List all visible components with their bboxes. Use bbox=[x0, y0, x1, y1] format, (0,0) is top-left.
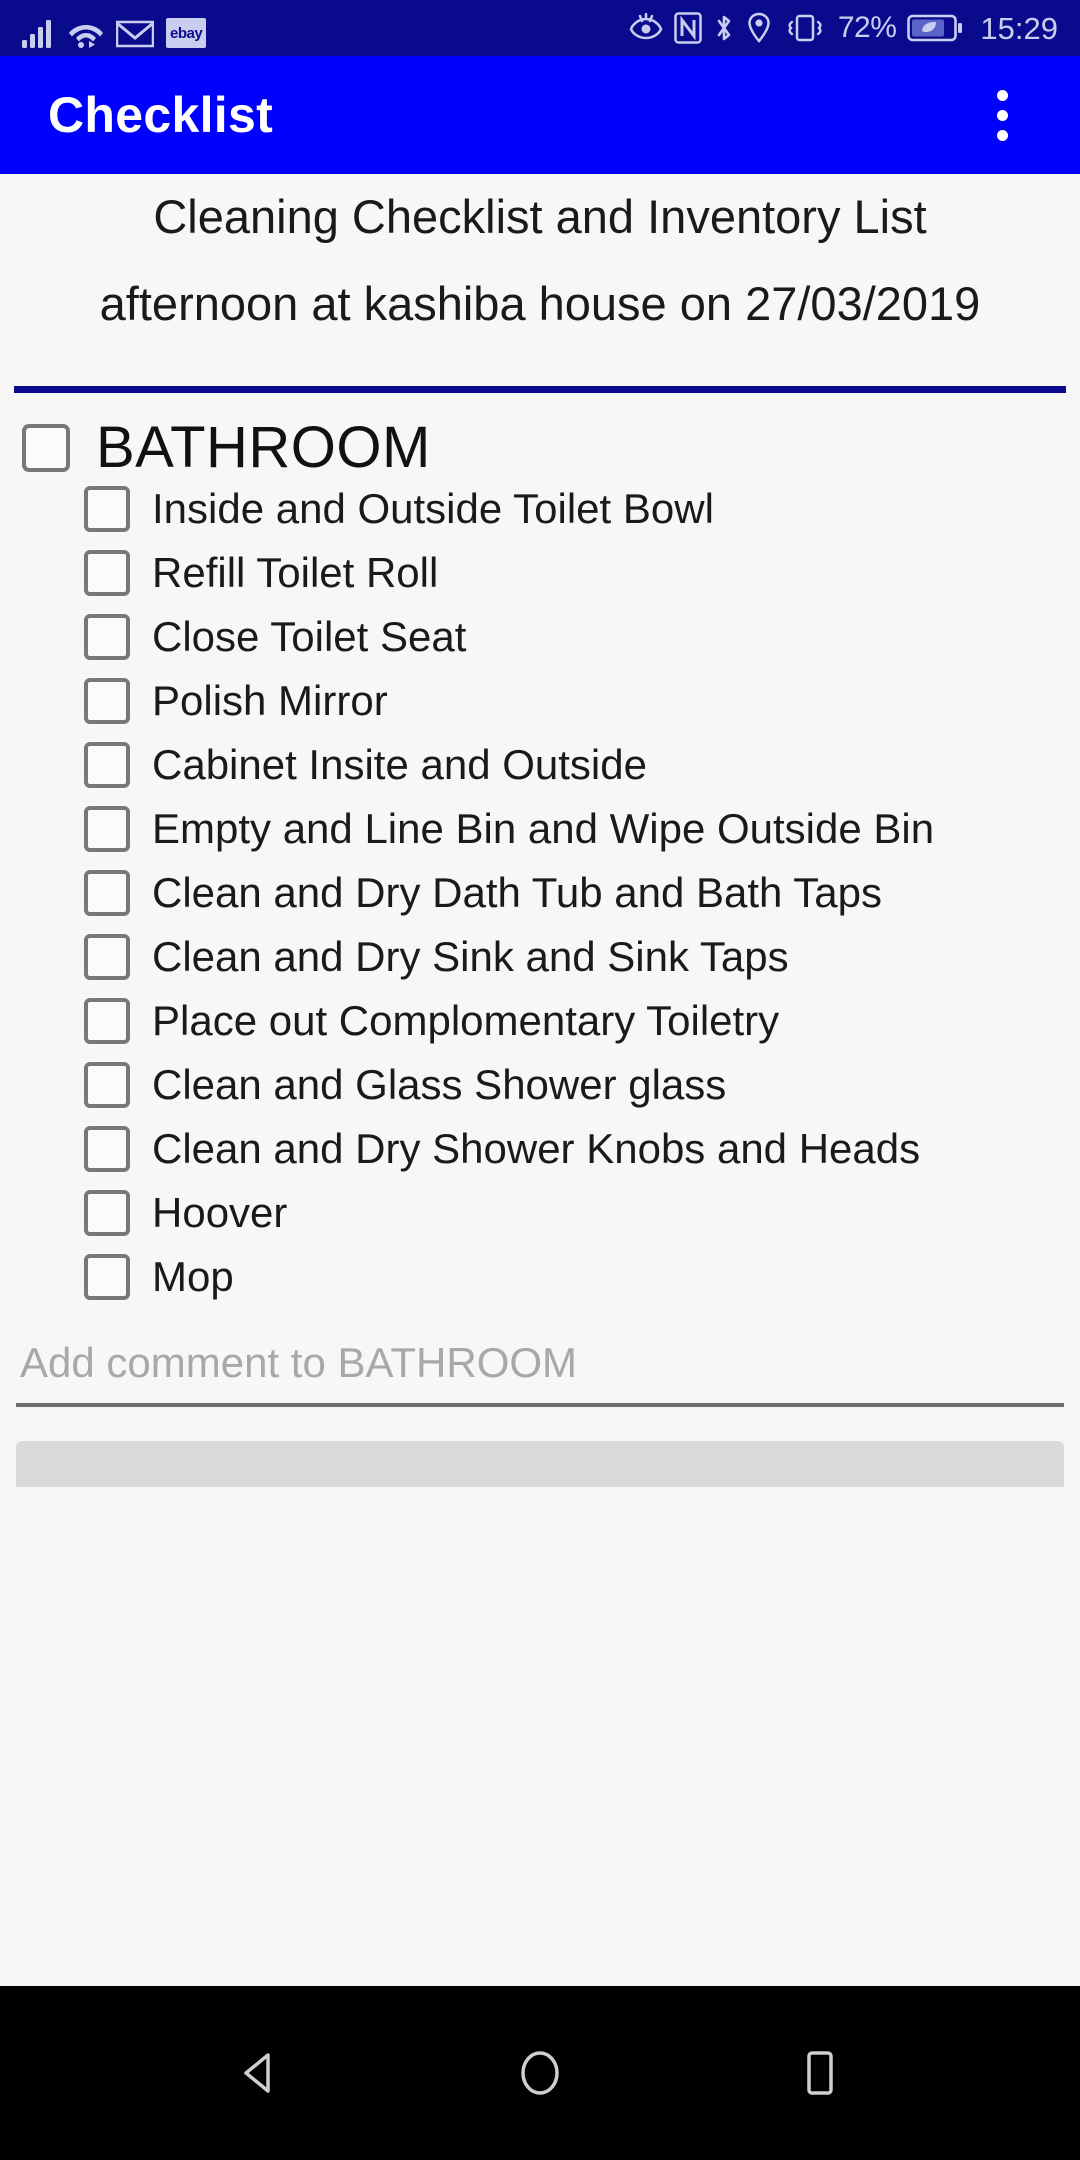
item-label: Clean and Dry Sink and Sink Taps bbox=[152, 932, 789, 980]
group-label: BATHROOM bbox=[96, 414, 431, 480]
item-label: Place out Complomentary Toiletry bbox=[152, 996, 780, 1044]
group-checkbox[interactable] bbox=[22, 423, 70, 472]
item-checkbox[interactable] bbox=[84, 741, 130, 788]
battery-percent-label: 72% bbox=[837, 11, 897, 44]
list-title: Cleaning Checklist and Inventory List bbox=[153, 190, 927, 243]
signal-bars-icon bbox=[22, 18, 56, 48]
recents-square-icon bbox=[807, 2051, 833, 2095]
item-checkbox[interactable] bbox=[84, 933, 130, 980]
vibrate-icon bbox=[783, 12, 827, 44]
item-checkbox[interactable] bbox=[84, 1061, 130, 1108]
item-checkbox[interactable] bbox=[84, 805, 130, 852]
checklist-item-row[interactable]: Clean and Dry Sink and Sink Taps bbox=[0, 925, 1080, 989]
item-label: Empty and Line Bin and Wipe Outside Bin bbox=[152, 804, 935, 852]
clock-label: 15:29 bbox=[980, 10, 1058, 46]
checklist-item-row[interactable]: Clean and Dry Shower Knobs and Heads bbox=[0, 1117, 1080, 1181]
checklist-item-row[interactable]: Refill Toilet Roll bbox=[0, 541, 1080, 605]
overflow-menu-icon[interactable] bbox=[972, 70, 1032, 160]
section-divider bbox=[14, 385, 1066, 393]
checklist-scroll-area[interactable]: Cleaning Checklist and Inventory List af… bbox=[0, 174, 1080, 1986]
checklist-item-row[interactable]: Close Toilet Seat bbox=[0, 605, 1080, 669]
checklist-item-row[interactable]: Clean and Glass Shower glass bbox=[0, 1053, 1080, 1117]
group-header-bathroom[interactable]: BATHROOM bbox=[0, 393, 1080, 477]
comment-field-wrapper bbox=[0, 1309, 1080, 1407]
battery-power-saving-icon bbox=[907, 13, 963, 43]
checklist-item-row[interactable]: Cabinet Insite and Outside bbox=[0, 733, 1080, 797]
item-label: Polish Mirror bbox=[152, 676, 388, 724]
checklist-items: Inside and Outside Toilet Bowl Refill Toi… bbox=[0, 477, 1080, 1309]
next-section-card[interactable] bbox=[16, 1440, 1064, 1487]
checklist-item-row[interactable]: Mop bbox=[0, 1245, 1080, 1309]
app-title: Checklist bbox=[48, 87, 274, 143]
eye-comfort-icon bbox=[629, 13, 663, 43]
item-label: Inside and Outside Toilet Bowl bbox=[152, 484, 714, 532]
item-label: Clean and Glass Shower glass bbox=[152, 1060, 727, 1108]
wifi-icon bbox=[68, 18, 104, 48]
checklist-item-row[interactable]: Empty and Line Bin and Wipe Outside Bin bbox=[0, 797, 1080, 861]
app-bar: Checklist bbox=[0, 56, 1080, 174]
bluetooth-icon bbox=[713, 12, 735, 44]
home-button[interactable] bbox=[440, 1986, 640, 2160]
phone-screen: ebay 72% 15:29 Checklist Cleaning Checkl… bbox=[0, 0, 1080, 2160]
item-label: Clean and Dry Dath Tub and Bath Taps bbox=[152, 868, 883, 916]
checklist-item-row[interactable]: Polish Mirror bbox=[0, 669, 1080, 733]
item-label: Mop bbox=[152, 1252, 234, 1300]
back-button[interactable] bbox=[160, 1986, 360, 2160]
item-label: Cabinet Insite and Outside bbox=[152, 740, 647, 788]
checklist-item-row[interactable]: Clean and Dry Dath Tub and Bath Taps bbox=[0, 861, 1080, 925]
item-checkbox[interactable] bbox=[84, 613, 130, 660]
checklist-item-row[interactable]: Place out Complomentary Toiletry bbox=[0, 989, 1080, 1053]
status-bar-left-icons: ebay bbox=[22, 8, 207, 48]
checklist-item-row[interactable]: Inside and Outside Toilet Bowl bbox=[0, 477, 1080, 541]
checklist-item-row[interactable]: Hoover bbox=[0, 1181, 1080, 1245]
ebay-icon: ebay bbox=[166, 18, 207, 48]
item-checkbox[interactable] bbox=[84, 869, 130, 916]
status-bar-right-icons: 72% 15:29 bbox=[629, 12, 1058, 44]
email-icon bbox=[116, 20, 154, 48]
overflow-dot bbox=[996, 89, 1008, 101]
location-icon bbox=[746, 12, 772, 44]
item-checkbox[interactable] bbox=[84, 1253, 130, 1300]
item-checkbox[interactable] bbox=[84, 677, 130, 724]
overflow-dot bbox=[996, 109, 1008, 121]
system-navigation-bar bbox=[0, 1986, 1080, 2160]
nfc-icon bbox=[674, 12, 702, 44]
recents-button[interactable] bbox=[720, 1986, 920, 2160]
item-checkbox[interactable] bbox=[84, 1189, 130, 1236]
home-circle-icon bbox=[521, 2051, 559, 2095]
add-comment-input[interactable] bbox=[16, 1338, 1064, 1407]
item-checkbox[interactable] bbox=[84, 549, 130, 596]
item-label: Refill Toilet Roll bbox=[152, 548, 439, 596]
item-label: Hoover bbox=[152, 1188, 288, 1236]
item-checkbox[interactable] bbox=[84, 1125, 130, 1172]
status-bar: ebay 72% 15:29 bbox=[0, 0, 1080, 56]
item-label: Clean and Dry Shower Knobs and Heads bbox=[152, 1124, 921, 1172]
overflow-dot bbox=[996, 129, 1008, 141]
item-label: Close Toilet Seat bbox=[152, 612, 467, 660]
item-checkbox[interactable] bbox=[84, 997, 130, 1044]
item-checkbox[interactable] bbox=[84, 485, 130, 532]
back-triangle-icon bbox=[244, 2053, 270, 2093]
list-subtitle: afternoon at kashiba house on 27/03/2019 bbox=[99, 277, 981, 331]
